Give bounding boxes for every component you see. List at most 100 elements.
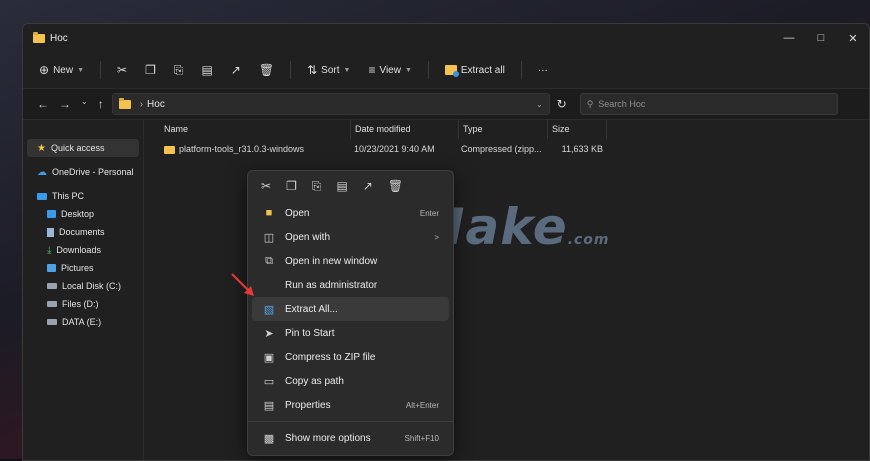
toolbar-divider [427, 61, 429, 79]
menu-item-open[interactable]: ■ Open Enter [252, 201, 449, 225]
sidebar-item-label: Documents [59, 227, 105, 237]
toolbar-divider [520, 61, 522, 79]
search-placeholder: Search Hoc [598, 99, 646, 109]
chevron-down-icon: ▼ [77, 66, 85, 74]
share-icon[interactable]: ↗ [363, 179, 373, 193]
title-bar: Hoc — □ ✕ [23, 24, 869, 52]
context-quick-actions: ✂ ❐ ⎘ ▤ ↗ 🗑 [248, 171, 453, 201]
menu-item-run-as-admin[interactable]: Run as administrator [252, 273, 449, 297]
address-bar[interactable]: › Hoc ⌄ [111, 93, 550, 115]
more-button[interactable]: ··· [532, 61, 554, 80]
maximize-icon[interactable]: □ [805, 24, 837, 52]
sidebar-item-this-pc[interactable]: This PC [23, 187, 143, 205]
command-bar: ⊕ New ▼ ✂ ❐ ⎘ ▤ ↗ 🗑 ⇅ Sort ▼ ≡ View ▼ Ex… [23, 52, 869, 88]
cloud-icon: ☁ [37, 166, 47, 178]
sort-button[interactable]: ⇅ Sort ▼ [301, 59, 356, 81]
rename-icon[interactable]: ▤ [336, 179, 347, 193]
column-header-size[interactable]: Size [548, 119, 607, 139]
file-name-cell[interactable]: platform-tools_r31.0.3-windows [160, 144, 350, 154]
desktop-icon [47, 210, 56, 218]
menu-item-label: Open in new window [285, 255, 378, 267]
menu-item-show-more-options[interactable]: ▩ Show more options Shift+F10 [252, 426, 449, 450]
drive-icon [47, 319, 57, 325]
sidebar-item-label: Desktop [61, 209, 95, 219]
chevron-down-icon: ▼ [343, 66, 351, 74]
sidebar-item-label: Files (D:) [62, 299, 99, 309]
chevron-down-icon: ▼ [404, 66, 412, 74]
share-button[interactable]: ↗ [225, 59, 247, 81]
sidebar-item-desktop[interactable]: Desktop [23, 205, 143, 223]
file-type: Compressed (zipp... [461, 144, 542, 154]
menu-item-label: Run as administrator [285, 279, 378, 291]
zip-folder-icon [164, 145, 175, 154]
sidebar-item-files-d[interactable]: Files (D:) [23, 295, 143, 313]
file-size: 11,633 KB [561, 144, 603, 154]
sort-label: Sort [321, 64, 340, 76]
sidebar-item-onedrive[interactable]: ☁ OneDrive - Personal [23, 163, 143, 181]
menu-item-label: Pin to Start [285, 327, 335, 339]
download-icon: ⤓ [47, 244, 52, 256]
extract-all-button[interactable]: Extract all [439, 61, 511, 80]
drive-icon [47, 301, 57, 307]
menu-item-extract-all[interactable]: ▧ Extract All... [252, 297, 449, 321]
menu-item-properties[interactable]: ▤ Properties Alt+Enter [252, 393, 449, 417]
search-input[interactable]: ⚲ Search Hoc [579, 93, 838, 115]
recent-chevron-icon[interactable]: ⌄ [81, 97, 88, 111]
sidebar-item-documents[interactable]: Documents [23, 223, 143, 241]
sidebar-item-pictures[interactable]: Pictures [23, 259, 143, 277]
view-label: View [379, 64, 401, 76]
trash-icon[interactable]: 🗑 [388, 179, 403, 193]
copy-button[interactable]: ❐ [139, 59, 162, 81]
menu-item-label: Open with [285, 231, 331, 243]
up-arrow-icon[interactable]: ↑ [98, 97, 104, 111]
sidebar-item-label: This PC [52, 191, 85, 201]
menu-item-label: Copy as path [285, 375, 344, 387]
path-icon: ▭ [263, 375, 275, 388]
rename-icon: ▤ [201, 63, 213, 77]
sidebar-item-quick-access[interactable]: ★ Quick access [27, 139, 139, 157]
paste-button[interactable]: ⎘ [168, 59, 190, 82]
breadcrumb[interactable]: Hoc [147, 99, 165, 110]
back-arrow-icon[interactable]: ← [37, 97, 49, 111]
sidebar-item-local-disk[interactable]: Local Disk (C:) [23, 277, 143, 295]
view-list-icon: ≡ [368, 63, 376, 77]
cut-button[interactable]: ✂ [111, 59, 133, 81]
menu-item-open-new-window[interactable]: ⧉ Open in new window [252, 249, 449, 273]
open-with-icon: ◫ [263, 231, 275, 244]
menu-item-open-with[interactable]: ◫ Open with > [252, 225, 449, 249]
sidebar-item-data-e[interactable]: DATA (E:) [23, 313, 143, 331]
column-header-type[interactable]: Type [459, 119, 548, 139]
file-name: platform-tools_r31.0.3-windows [179, 144, 305, 154]
copy-icon: ❐ [145, 63, 156, 77]
new-button[interactable]: ⊕ New ▼ [33, 59, 90, 81]
scissors-icon[interactable]: ✂ [261, 179, 271, 193]
new-label: New [53, 64, 74, 76]
view-button[interactable]: ≡ View ▼ [362, 59, 417, 81]
menu-item-compress-zip[interactable]: ▣ Compress to ZIP file [252, 345, 449, 369]
menu-item-label: Extract All... [285, 303, 338, 315]
menu-item-shortcut: Alt+Enter [405, 400, 439, 410]
minimize-icon[interactable]: — [773, 24, 805, 52]
column-header-name[interactable]: Name [160, 119, 351, 139]
pictures-icon [47, 264, 56, 272]
table-row[interactable]: platform-tools_r31.0.3-windows 10/23/202… [144, 141, 869, 157]
folder-icon [118, 97, 131, 109]
extract-icon [444, 65, 459, 77]
close-icon[interactable]: ✕ [837, 24, 869, 52]
pin-icon: ➤ [264, 327, 274, 340]
clipboard-icon[interactable]: ⎘ [312, 179, 322, 194]
delete-button[interactable]: 🗑 [253, 59, 280, 81]
chevron-down-icon[interactable]: ⌄ [536, 100, 543, 109]
menu-item-copy-as-path[interactable]: ▭ Copy as path [252, 369, 449, 393]
sidebar-item-downloads[interactable]: ⤓ Downloads [23, 241, 143, 259]
column-header-date[interactable]: Date modified [351, 119, 459, 139]
extract-all-label: Extract all [460, 64, 505, 76]
file-date: 10/23/2021 9:40 AM [354, 144, 435, 154]
sidebar-item-label: Local Disk (C:) [62, 281, 122, 291]
refresh-icon[interactable]: ↻ [550, 97, 574, 111]
forward-arrow-icon[interactable]: → [59, 97, 71, 111]
copy-icon[interactable]: ❐ [286, 179, 297, 193]
rename-button[interactable]: ▤ [195, 59, 218, 81]
menu-item-pin-to-start[interactable]: ➤ Pin to Start [252, 321, 449, 345]
more-options-icon: ▩ [263, 432, 275, 445]
